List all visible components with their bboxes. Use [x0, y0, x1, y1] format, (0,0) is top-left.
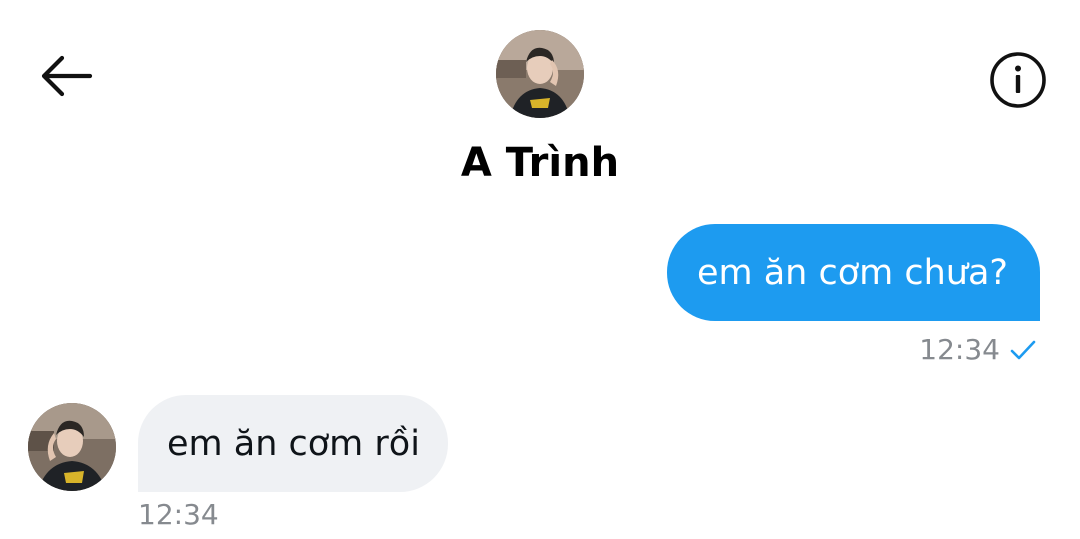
sender-avatar[interactable]	[28, 403, 116, 491]
info-button[interactable]	[988, 50, 1048, 110]
outgoing-message-meta: 12:34	[919, 333, 1036, 366]
message-text: em ăn cơm chưa?	[696, 252, 1008, 293]
outgoing-message-bubble[interactable]: em ăn cơm chưa?	[666, 224, 1040, 321]
contact-avatar[interactable]	[496, 30, 584, 118]
contact-name: A Trình	[460, 140, 620, 186]
message-timestamp: 12:34	[138, 498, 219, 531]
incoming-message-bubble[interactable]: em ăn cơm rồi	[138, 395, 448, 492]
info-circle-icon	[990, 52, 1046, 108]
message-timestamp: 12:34	[919, 333, 1000, 366]
message-text: em ăn cơm rồi	[167, 423, 420, 464]
arrow-left-icon	[41, 55, 93, 97]
back-button[interactable]	[38, 52, 94, 100]
check-icon	[1010, 340, 1036, 359]
